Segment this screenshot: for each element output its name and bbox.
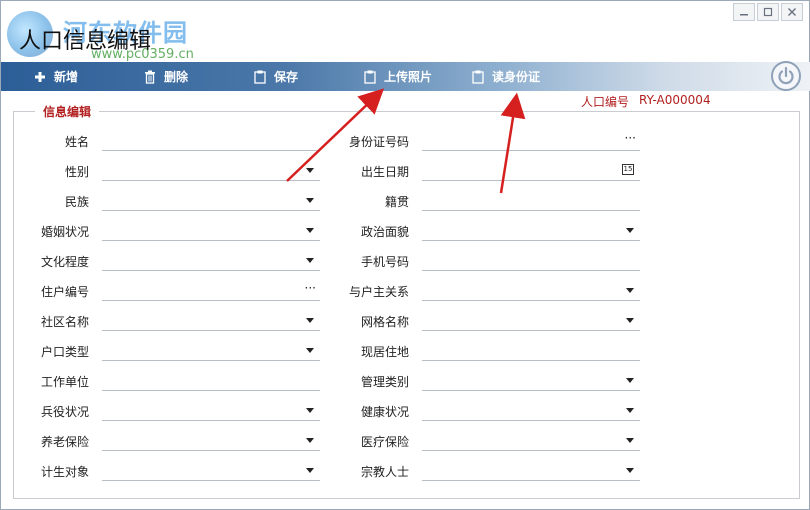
dropdown-field[interactable] [422, 401, 640, 421]
chevron-down-icon[interactable] [626, 288, 634, 293]
dropdown-field[interactable] [102, 431, 320, 451]
dropdown-field[interactable] [422, 371, 640, 391]
upload-photo-button-label: 上传照片 [384, 70, 433, 84]
chevron-down-icon[interactable] [626, 408, 634, 413]
chevron-down-icon[interactable] [626, 378, 634, 383]
text-field[interactable] [422, 191, 640, 211]
save-button[interactable]: 保存 [253, 62, 298, 91]
lookup-field[interactable]: ··· [422, 131, 640, 151]
delete-button-label: 删除 [164, 70, 189, 84]
field-label: 管理类别 [360, 375, 409, 389]
field-label: 现居住地 [360, 345, 409, 359]
field-label: 民族 [64, 195, 89, 209]
text-field[interactable] [102, 131, 320, 151]
delete-button[interactable]: 删除 [143, 62, 188, 91]
field-label: 户口类型 [40, 345, 89, 359]
field-label: 工作单位 [40, 375, 89, 389]
power-icon [778, 66, 794, 85]
close-button[interactable] [781, 3, 803, 21]
chevron-down-icon[interactable] [306, 348, 314, 353]
field-label: 与户主关系 [348, 285, 409, 299]
chevron-down-icon[interactable] [306, 168, 314, 173]
maximize-button[interactable] [757, 3, 779, 21]
chevron-down-icon[interactable] [626, 438, 634, 443]
field-label: 身份证号码 [348, 135, 409, 149]
field-label: 计生对象 [40, 465, 89, 479]
dropdown-field[interactable] [102, 161, 320, 181]
plus-icon [33, 70, 46, 84]
chevron-down-icon[interactable] [306, 468, 314, 473]
record-id-label: 人口编号 [581, 95, 630, 109]
field-label: 健康状况 [360, 405, 409, 419]
clipboard-icon [363, 70, 376, 84]
text-field[interactable] [102, 371, 320, 391]
dropdown-field[interactable] [102, 341, 320, 361]
read-id-card-button[interactable]: 读身份证 [471, 62, 540, 91]
upload-photo-button[interactable]: 上传照片 [363, 62, 432, 91]
dropdown-field[interactable] [102, 461, 320, 481]
calendar-icon[interactable]: 15 [622, 164, 634, 175]
chevron-down-icon[interactable] [626, 468, 634, 473]
record-id-value: RY-A000004 [639, 93, 711, 107]
field-label: 社区名称 [40, 315, 89, 329]
dropdown-field[interactable] [422, 461, 640, 481]
record-id: 人口编号 RY-A000004 [581, 93, 711, 110]
field-label: 籍贯 [384, 195, 409, 209]
chevron-down-icon[interactable] [626, 318, 634, 323]
field-label: 姓名 [64, 135, 89, 149]
field-label: 兵役状况 [40, 405, 89, 419]
chevron-down-icon[interactable] [306, 258, 314, 263]
chevron-down-icon[interactable] [306, 198, 314, 203]
window-title: 人口信息编辑 [19, 29, 152, 54]
text-field[interactable] [422, 251, 640, 271]
chevron-down-icon[interactable] [306, 228, 314, 233]
dropdown-field[interactable] [422, 311, 640, 331]
toolbar: 新增 删除 保存 上传照片 读身份证 [1, 62, 810, 91]
close-icon [788, 8, 796, 16]
maximize-icon [763, 7, 773, 17]
dropdown-field[interactable] [422, 221, 640, 241]
trash-icon [143, 70, 156, 84]
group-title: 信息编辑 [35, 103, 100, 120]
field-label: 手机号码 [360, 255, 409, 269]
dropdown-field[interactable] [422, 431, 640, 451]
save-button-label: 保存 [274, 70, 299, 84]
chevron-down-icon[interactable] [626, 228, 634, 233]
chevron-down-icon[interactable] [306, 408, 314, 413]
ellipsis-icon[interactable]: ··· [305, 281, 316, 295]
dropdown-field[interactable] [102, 191, 320, 211]
date-field[interactable]: 15 [422, 161, 640, 181]
field-label: 婚姻状况 [40, 225, 89, 239]
dropdown-field[interactable] [102, 251, 320, 271]
minimize-button[interactable] [733, 3, 755, 21]
field-label: 网格名称 [360, 315, 409, 329]
text-field[interactable] [422, 341, 640, 361]
field-label: 出生日期 [360, 165, 409, 179]
field-label: 医疗保险 [360, 435, 409, 449]
ellipsis-icon[interactable]: ··· [625, 131, 636, 145]
minimize-icon [740, 14, 748, 16]
dropdown-field[interactable] [422, 281, 640, 301]
dropdown-field[interactable] [102, 221, 320, 241]
chevron-down-icon[interactable] [306, 438, 314, 443]
read-id-card-button-label: 读身份证 [492, 70, 541, 84]
power-button[interactable] [771, 61, 801, 91]
dropdown-field[interactable] [102, 311, 320, 331]
field-label: 宗教人士 [360, 465, 409, 479]
field-label: 住户编号 [40, 285, 89, 299]
window-controls [733, 3, 803, 21]
lookup-field[interactable]: ··· [102, 281, 320, 301]
clipboard-icon [253, 70, 266, 84]
field-label: 文化程度 [40, 255, 89, 269]
field-label: 性别 [64, 165, 89, 179]
dropdown-field[interactable] [102, 401, 320, 421]
new-button-label: 新增 [54, 70, 79, 84]
app-window: 河东软件园 www.pc0359.cn 人口信息编辑 新增 删除 保存 上传照片… [0, 0, 810, 510]
field-label: 养老保险 [40, 435, 89, 449]
new-button[interactable]: 新增 [33, 62, 78, 91]
field-label: 政治面貌 [360, 225, 409, 239]
clipboard-icon [471, 70, 484, 84]
chevron-down-icon[interactable] [306, 318, 314, 323]
